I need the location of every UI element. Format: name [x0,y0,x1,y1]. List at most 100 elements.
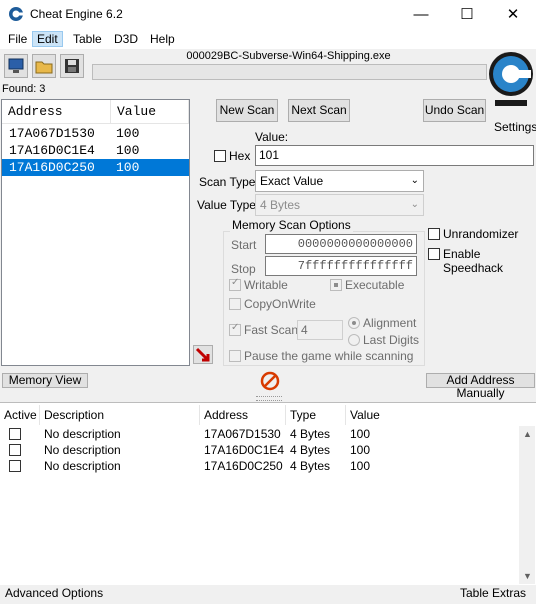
address-table[interactable]: Active Description Address Type Value No… [0,402,536,585]
minimize-button[interactable]: — [398,0,444,30]
scroll-up-icon[interactable]: ▲ [523,429,532,439]
row-value: 100 [350,459,371,473]
row-type: 4 Bytes [290,427,331,441]
hex-checkbox[interactable] [214,150,226,162]
fast-scan-input[interactable]: 4 [297,320,343,340]
table-row[interactable]: No description 17A067D1530 4 Bytes 100 [0,426,519,442]
maximize-button[interactable]: ☐ [444,0,490,30]
pause-game-label: Pause the game while scanning [244,349,414,363]
active-checkbox[interactable] [9,460,21,472]
column-address[interactable]: Address [2,100,111,124]
value-type-label: Value Type [197,198,256,212]
column-active[interactable]: Active [0,405,40,425]
active-checkbox[interactable] [9,428,21,440]
result-value: 100 [116,160,140,175]
found-count: Found: 3 [2,83,46,95]
cheat-engine-big-logo-icon[interactable] [487,50,535,118]
active-checkbox[interactable] [9,444,21,456]
speedhack-checkbox[interactable] [428,248,440,260]
row-description: No description [44,443,121,457]
row-address: 17A067D1530 [204,427,281,441]
save-button[interactable] [60,54,84,78]
result-address: 17A16D0C1E4 [9,143,95,158]
scan-type-value: Exact Value [260,174,324,188]
chevron-down-icon: ⌄ [410,199,419,210]
fast-scan-checkbox[interactable]: ✓ [229,322,241,336]
stop-icon [260,371,280,391]
folder-icon [35,61,53,74]
row-description: No description [44,459,121,473]
scroll-down-icon[interactable]: ▼ [523,571,532,581]
undo-scan-button[interactable]: Undo Scan [423,99,486,122]
alignment-radio[interactable] [348,317,360,329]
result-row[interactable]: 17A16D0C1E4 100 [2,142,189,159]
menu-table[interactable]: Table [69,32,106,46]
scan-value-input[interactable]: 101 [255,145,534,166]
writable-checkbox[interactable]: ✓ [229,277,241,291]
scan-results-list[interactable]: Address Value 17A067D1530 100 17A16D0C1E… [1,99,190,366]
result-address: 17A16D0C250 [9,160,95,175]
column-value[interactable]: Value [111,100,189,124]
pause-game-checkbox[interactable] [229,350,241,362]
memory-view-button[interactable]: Memory View [2,373,88,388]
clear-list-button[interactable] [260,371,280,391]
column-value[interactable]: Value [346,405,519,425]
copy-on-write-checkbox[interactable] [229,298,241,310]
column-type[interactable]: Type [286,405,346,425]
settings-label[interactable]: Settings [494,120,536,134]
unrandomizer-checkbox[interactable] [428,228,440,240]
row-value: 100 [350,427,371,441]
fast-scan-label: Fast Scan [244,323,299,337]
row-type: 4 Bytes [290,443,331,457]
advanced-options-link[interactable]: Advanced Options [5,586,103,600]
table-row[interactable]: No description 17A16D0C250 4 Bytes 100 [0,458,519,474]
unrandomizer-label: Unrandomizer [443,227,519,241]
splitter-handle[interactable] [256,396,282,401]
row-address: 17A16D0C1E4 [204,443,285,457]
start-address-input[interactable]: 0000000000000000 [265,234,417,254]
column-description[interactable]: Description [40,405,200,425]
vertical-scrollbar[interactable]: ▲ ▼ [519,426,535,584]
stop-label: Stop [231,262,256,276]
last-digits-radio[interactable] [348,334,360,346]
window-title: Cheat Engine 6.2 [30,7,123,21]
table-row[interactable]: No description 17A16D0C1E4 4 Bytes 100 [0,442,519,458]
value-type-select[interactable]: 4 Bytes ⌄ [255,194,424,216]
stop-address-input[interactable]: 7fffffffffffffff [265,256,417,276]
process-name: 000029BC-Subverse-Win64-Shipping.exe [186,50,391,62]
executable-label: Executable [345,278,405,292]
new-scan-button[interactable]: New Scan [216,99,278,122]
table-extras-link[interactable]: Table Extras [460,586,526,600]
start-label: Start [231,238,257,252]
value-label: Value: [255,130,289,144]
menu-edit[interactable]: Edit [32,31,63,47]
column-address[interactable]: Address [200,405,286,425]
menu-d3d[interactable]: D3D [110,32,142,46]
row-type: 4 Bytes [290,459,331,473]
title-bar: Cheat Engine 6.2 — ☐ ✕ [0,0,536,30]
writable-label: Writable [244,278,288,292]
speedhack-label: Enable Speedhack [443,247,504,275]
cheat-engine-logo-icon [9,7,23,21]
executable-checkbox[interactable] [330,279,342,291]
value-type-value: 4 Bytes [260,198,301,212]
result-row-selected[interactable]: 17A16D0C250 100 [2,159,189,176]
next-scan-button[interactable]: Next Scan [288,99,350,122]
result-row[interactable]: 17A067D1530 100 [2,125,189,142]
memory-scan-options-title: Memory Scan Options [230,218,353,232]
last-digits-label: Last Digits [363,333,420,347]
scan-type-select[interactable]: Exact Value ⌄ [255,170,424,192]
result-address: 17A067D1530 [9,126,95,141]
alignment-label: Alignment [363,316,417,330]
menu-file[interactable]: File [4,32,31,46]
pointer-scan-button[interactable] [193,345,213,364]
copy-on-write-label: CopyOnWrite [244,297,316,311]
hex-label: Hex [229,149,251,163]
select-process-button[interactable] [4,54,28,78]
row-description: No description [44,427,121,441]
open-file-button[interactable] [32,54,56,78]
add-address-manually-button[interactable]: Add Address Manually [426,373,535,400]
row-address: 17A16D0C250 [204,459,283,473]
menu-help[interactable]: Help [146,32,179,46]
close-button[interactable]: ✕ [490,0,536,30]
